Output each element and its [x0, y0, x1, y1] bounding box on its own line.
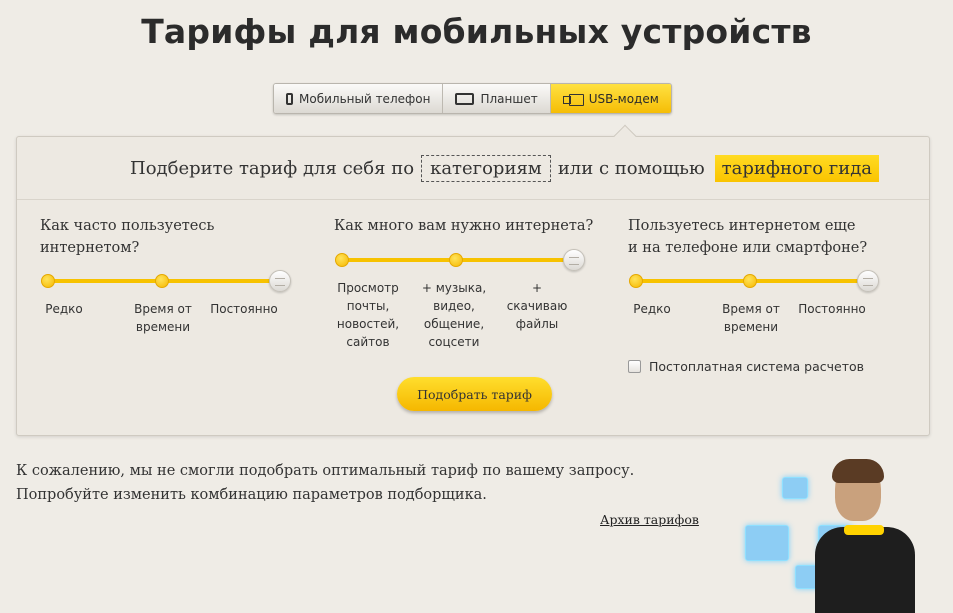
slider-handle[interactable] [269, 270, 291, 292]
postpaid-checkbox[interactable] [628, 360, 641, 373]
category-link[interactable]: категориям [421, 155, 551, 182]
filter-usage-frequency: Как часто пользуетесь интернетом? [40, 215, 240, 259]
filter-question: Пользуетесь интернетом еще и на телефоне… [628, 218, 868, 256]
slider-stop[interactable] [449, 253, 463, 267]
hologram-icon [745, 525, 789, 561]
slider-option-label: Просмотр почты, новостей, сайтов [336, 281, 400, 349]
slider-handle[interactable] [563, 249, 585, 271]
tab-label: Мобильный телефон [299, 91, 431, 106]
postpaid-label: Постоплатная система расчетов [649, 359, 865, 374]
slider-stop[interactable] [629, 274, 643, 288]
filter-internet-volume: Как много вам нужно интернета? [334, 215, 594, 237]
slider-stop[interactable] [335, 253, 349, 267]
usage-frequency-slider[interactable] [40, 270, 292, 293]
slider-option-label: Постоянно [798, 302, 866, 316]
select-tariff-button[interactable]: Подобрать тариф [397, 377, 552, 411]
internet-volume-slider[interactable] [334, 249, 586, 272]
filter-question: Как часто пользуетесь интернетом? [40, 218, 215, 256]
slider-option-label: + музыка, видео, общение, соцсети [421, 281, 487, 349]
tab-label: Планшет [480, 91, 538, 106]
slider-stop[interactable] [155, 274, 169, 288]
phone-icon [286, 92, 293, 105]
tariff-guide-link[interactable]: тарифного гида [714, 155, 880, 182]
tab-mobile-phone[interactable]: Мобильный телефон [274, 84, 444, 113]
phone-usage-slider[interactable] [628, 270, 880, 293]
selector-middle: или с помощью [557, 158, 705, 179]
person-hair [832, 459, 884, 483]
person-body [815, 527, 915, 613]
selector-line: Подберите тариф для себя по категориям и… [130, 155, 880, 182]
slider-option-label: Редко [45, 302, 83, 316]
slider-option-label: Редко [633, 302, 671, 316]
slider-option-label: Время от времени [722, 302, 780, 334]
slider-option-label: + скачиваю файлы [506, 281, 568, 331]
slider-option-label: Время от времени [134, 302, 192, 334]
archive-link[interactable]: Архив тарифов [600, 512, 699, 527]
filter-phone-usage: Пользуетесь интернетом еще и на телефоне… [628, 215, 868, 259]
selector-prefix: Подберите тариф для себя по [130, 158, 415, 179]
tariff-selector-panel: Подберите тариф для себя по категориям и… [16, 124, 930, 436]
tablet-icon [455, 92, 475, 105]
usb-modem-icon [562, 93, 584, 106]
tab-usb-modem[interactable]: USB-модем [550, 84, 671, 113]
slider-stop[interactable] [743, 274, 757, 288]
result-message: К сожалению, мы не смогли подобрать опти… [16, 463, 635, 503]
page-title: Тарифы для мобильных устройств [141, 12, 812, 51]
slider-handle[interactable] [857, 270, 879, 292]
tab-tablet[interactable]: Планшет [443, 84, 551, 113]
hologram-icon [782, 477, 808, 499]
slider-stop[interactable] [41, 274, 55, 288]
device-tabs: Мобильный телефон Планшет USB-модем [273, 83, 672, 114]
filter-question: Как много вам нужно интернета? [334, 218, 594, 234]
shirt-collar [844, 525, 884, 535]
promo-illustration [740, 455, 953, 613]
postpaid-option[interactable]: Постоплатная система расчетов [628, 359, 864, 374]
selector-header: Подберите тариф для себя по категориям и… [17, 137, 929, 200]
tab-label: USB-модем [588, 91, 659, 106]
slider-option-label: Постоянно [210, 302, 278, 316]
